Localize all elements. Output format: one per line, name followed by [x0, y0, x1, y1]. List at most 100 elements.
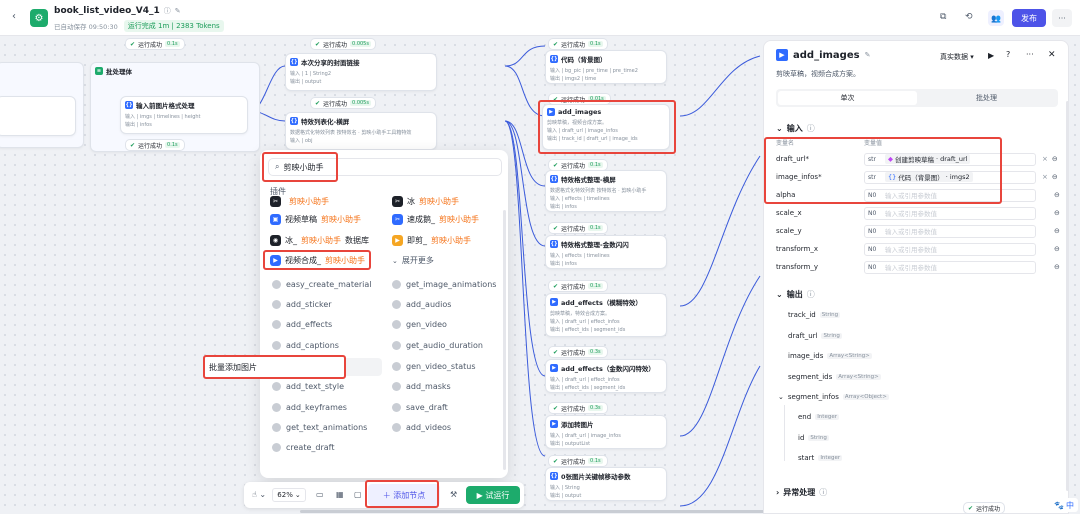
tool-item[interactable]: add_masks: [392, 382, 451, 391]
back-icon[interactable]: ‹: [12, 11, 16, 22]
run-success-chip[interactable]: ✔ 运行成功 0.005s: [310, 38, 376, 50]
settings-icon[interactable]: ⊖: [1054, 245, 1060, 253]
plugin-icon: ▶: [550, 298, 558, 306]
tool-item[interactable]: create_draft: [272, 443, 334, 452]
settings-icon[interactable]: ⊖: [1052, 173, 1058, 181]
tool-item[interactable]: add_captions: [272, 341, 339, 350]
workflow-node[interactable]: ▶ add_effects（金数闪闪特效） 输入 | draft_url | ef…: [545, 359, 667, 393]
output-item-expandable[interactable]: ⌄ segment_infos Array<Object>: [778, 393, 889, 401]
input-section-header[interactable]: ⌄ 输入 ⓘ: [776, 123, 815, 134]
chevron-down-icon: ⌄: [392, 256, 398, 265]
workflow-node[interactable]: ▶ 添加转图片 输入 | draft_url | image_infos 输出 |…: [545, 415, 667, 449]
tool-item[interactable]: save_draft: [392, 403, 448, 412]
workflow-node[interactable]: {} 0张图片关键帧移动参数 输入 | String 输出 | output: [545, 467, 667, 501]
popup-scrollbar[interactable]: [503, 210, 506, 470]
run-success-chip[interactable]: ✔ 运行成功 0.1s: [548, 280, 608, 292]
settings-icon[interactable]: ⊖: [1052, 155, 1058, 163]
tool-item[interactable]: add_sticker: [272, 300, 332, 309]
help-icon[interactable]: ?: [1006, 50, 1010, 59]
run-success-chip[interactable]: ✔ 运行成功 0.1s: [125, 38, 185, 50]
clear-icon[interactable]: ×: [1042, 155, 1048, 163]
transform-x-field[interactable]: N0 输入或引用参数值: [864, 242, 1036, 256]
output-item: draft_url String: [788, 332, 842, 340]
canvas-scrollbar[interactable]: [300, 510, 770, 513]
publish-button[interactable]: 发布: [1012, 9, 1046, 27]
workflow-node[interactable]: {} 输入前图片格式处理 输入 | imgs | timelines | heig…: [120, 96, 248, 134]
run-success-chip[interactable]: ✔ 运行成功 0.1s: [548, 455, 608, 467]
workflow-node[interactable]: {} 特效格式整理-横屏 数据格式化特效列表 按特效名 · 剪映小助手 输入 | …: [545, 170, 667, 212]
run-success-chip[interactable]: ✔ 运行成功 0.3s: [548, 346, 608, 358]
close-icon[interactable]: ✕: [1048, 50, 1056, 60]
run-icon[interactable]: ▶: [988, 51, 994, 60]
zoom-select[interactable]: 62% ⌄: [272, 488, 306, 502]
workflow-node[interactable]: {} 本次分享的封面链接 输入 | 1 | String2 输出 | output: [285, 53, 437, 91]
workflow-node[interactable]: ▶ add_effects（模糊特效） 剪映草稿，特效合成方案。 输入 | dra…: [545, 293, 667, 337]
more-icon[interactable]: ···: [1026, 50, 1034, 59]
history-icon[interactable]: ⟲: [965, 12, 973, 22]
tab-single[interactable]: 单次: [778, 91, 917, 105]
edit-icon[interactable]: ✎: [865, 51, 871, 59]
code-icon: {}: [550, 55, 558, 63]
image-icon[interactable]: ▢: [354, 490, 362, 499]
add-images-node-highlight: [538, 100, 676, 154]
run-success-chip[interactable]: ✔ 运行成功 0.1s: [548, 38, 608, 50]
batch-icon: ≡: [95, 67, 103, 75]
tab-batch[interactable]: 批处理: [917, 91, 1056, 105]
run-success-chip[interactable]: ✔ 运行成功 0.005s: [310, 97, 376, 109]
tab-bar: 单次 批处理: [776, 89, 1058, 107]
info-icon[interactable]: ⓘ: [164, 6, 171, 16]
output-sub-item: end Integer: [798, 413, 839, 421]
plugin-item[interactable]: ✂ 剪映小助手: [270, 196, 329, 207]
run-success-chip[interactable]: ✔ 运行成功 0.3s: [548, 402, 608, 414]
transform-y-field[interactable]: N0 输入或引用参数值: [864, 260, 1036, 274]
output-section-header[interactable]: ⌄ 输出 ⓘ: [776, 289, 815, 300]
tool-item[interactable]: add_effects: [272, 320, 332, 329]
tool-item[interactable]: easy_create_material: [272, 280, 372, 289]
plugin-item[interactable]: ▶ 即剪_ 剪映小助手: [392, 235, 471, 246]
tool-icon: [272, 300, 281, 309]
data-mode-select[interactable]: 真实数据 ▾: [940, 52, 974, 62]
info-icon: ⓘ: [806, 124, 815, 133]
tool-item[interactable]: add_keyframes: [272, 403, 347, 412]
settings-icon[interactable]: ⊖: [1054, 263, 1060, 271]
panel-scrollbar[interactable]: [1066, 101, 1069, 491]
plugin-icon: ✂: [270, 196, 281, 207]
settings-icon[interactable]: ⊖: [1054, 209, 1060, 217]
debug-icon[interactable]: ⚒: [450, 490, 457, 499]
more-menu-button[interactable]: ···: [1052, 9, 1072, 27]
copy-icon[interactable]: ⧉: [940, 12, 946, 22]
settings-icon[interactable]: ⊖: [1054, 191, 1060, 199]
tool-item[interactable]: gen_video_status: [392, 362, 476, 371]
edit-icon[interactable]: ✎: [175, 7, 181, 15]
collaborators-icon[interactable]: 👥: [988, 10, 1004, 26]
workflow-node[interactable]: {} 代码（背景图） 输入 | bg_pic | pre_time | pre_t…: [545, 50, 667, 84]
run-success-chip[interactable]: ✔ 运行成功 0.1s: [548, 222, 608, 234]
plugin-item[interactable]: ◉ 冰_ 剪映小助手 数据库: [270, 235, 369, 246]
comment-icon[interactable]: ▭: [316, 490, 324, 499]
tool-item[interactable]: get_image_animations: [392, 280, 496, 289]
scale-x-field[interactable]: N0 输入或引用参数值: [864, 206, 1036, 220]
plugin-item[interactable]: ✂ 速成鹅_ 剪映小助手: [392, 214, 479, 225]
left-partial-node[interactable]: [0, 96, 76, 136]
settings-icon[interactable]: ⊖: [1054, 227, 1060, 235]
tool-item[interactable]: add_text_style: [272, 382, 344, 391]
tool-item[interactable]: add_videos: [392, 423, 451, 432]
tool-item[interactable]: add_audios: [392, 300, 451, 309]
tool-item[interactable]: gen_video: [392, 320, 447, 329]
clear-icon[interactable]: ×: [1042, 173, 1048, 181]
exception-section-header[interactable]: › 异常处理 ⓘ: [776, 487, 827, 498]
tool-item[interactable]: get_text_animations: [272, 423, 367, 432]
expand-more-button[interactable]: ⌄ 展开更多: [392, 255, 434, 266]
workflow-node[interactable]: {} 特效列表化-横屏 数据格式化特效列表 按特效名 · 剪映小助手工具箱特效 输…: [285, 112, 437, 150]
scale-y-field[interactable]: N0 输入或引用参数值: [864, 224, 1036, 238]
run-success-chip[interactable]: ✔ 运行成功: [963, 502, 1006, 514]
tool-item[interactable]: get_audio_duration: [392, 341, 483, 350]
ime-language-badge[interactable]: 🐾 中: [1050, 498, 1078, 512]
pointer-icon[interactable]: ☝ ⌄: [252, 490, 266, 499]
trial-run-button[interactable]: ▶ 试运行: [466, 486, 520, 504]
grid-icon[interactable]: ▦: [336, 490, 344, 499]
workflow-node[interactable]: {} 特效格式整理-金数闪闪 输入 | effects | timelines 输…: [545, 235, 667, 269]
plugin-item[interactable]: ✂ 冰剪映小助手: [392, 196, 459, 207]
plugin-item[interactable]: ▣ 视频草稿 剪映小助手: [270, 214, 361, 225]
run-success-chip[interactable]: ✔ 运行成功 0.1s: [125, 139, 185, 151]
